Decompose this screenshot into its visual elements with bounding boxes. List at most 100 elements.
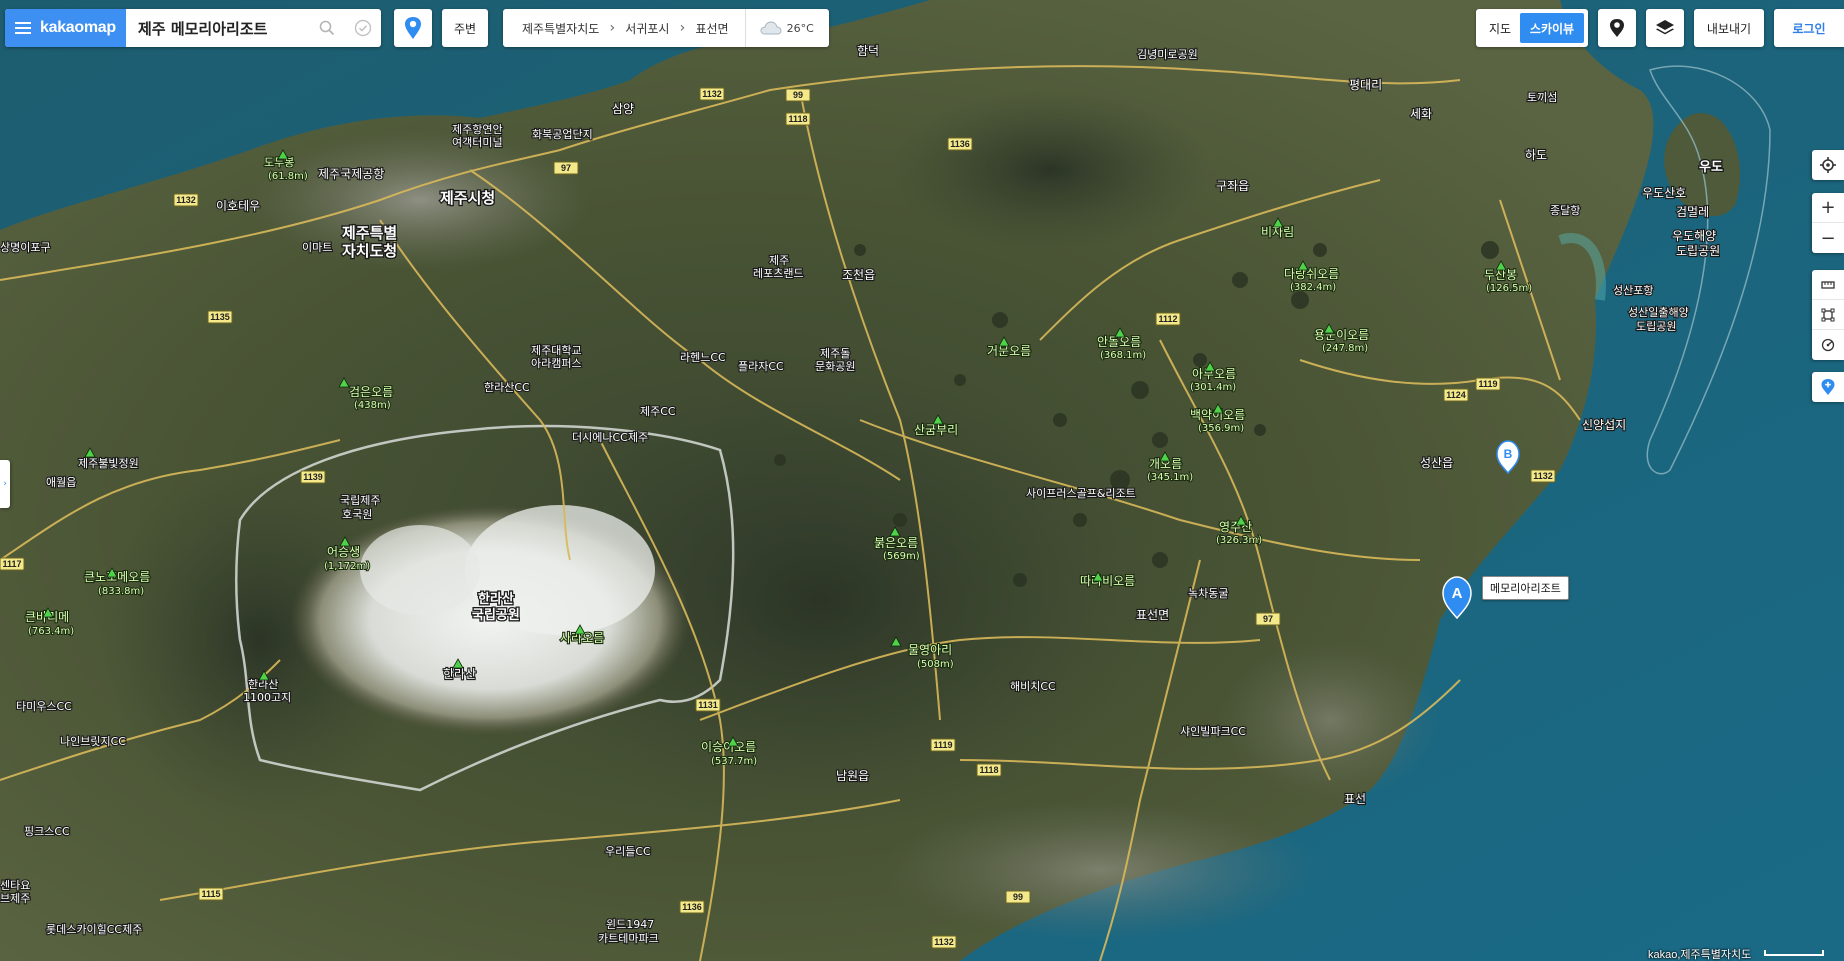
map-label-wind1[interactable]: 윈드1947 [605,916,655,932]
map-label-iseung[interactable]: 이승이오름 [700,739,757,755]
map-label-dasia[interactable]: 더시에나CC제주 [571,430,649,445]
map-label-sehwa[interactable]: 세화 [1409,106,1433,122]
map-label-eoseungsaeng[interactable]: 어승생 [326,544,361,560]
map-label-airport[interactable]: 제주국제공항 [317,166,385,182]
map-label-samyang[interactable]: 삼양 [611,101,635,117]
map-label-hallasan-peak[interactable]: 한라산 [442,666,477,682]
breadcrumb-city[interactable]: 서귀포시 [625,20,669,37]
map-label-jocheon[interactable]: 조천읍 [841,266,876,283]
map-label-ttarabi[interactable]: 따라비오름 [1079,573,1136,589]
map-label-dusanbong-h[interactable]: (126.5m) [1485,282,1533,295]
map-label-haevichi[interactable]: 해비치CC [1009,678,1057,694]
login-button[interactable]: 로그인 [1774,9,1844,47]
map-label-sinchang[interactable]: 상명이포구 [0,240,52,255]
map-label-port[interactable]: 제주항연안 [451,122,504,137]
map-label-mulyeong[interactable]: 물영아리 [907,642,953,658]
map-label-namwon[interactable]: 남원읍 [835,768,870,784]
breadcrumb-district[interactable]: 표선면 [695,20,728,37]
map-label-gujwa[interactable]: 구좌읍 [1215,178,1250,194]
map-label-reportsland2[interactable]: 레포츠랜드 [752,266,805,281]
area-button[interactable] [1812,300,1844,330]
map-label-jongdal[interactable]: 종달항 [1549,203,1582,218]
map-label-gaeoreum-h[interactable]: (345.1m) [1146,471,1194,484]
map-label-yongnuni[interactable]: 용눈이오름 [1313,327,1370,343]
map-label-eoseungsaeng-h[interactable]: (1,172m) [323,560,371,573]
map-label-sainpark[interactable]: 샤인빌파크CC [1179,724,1247,739]
map-label-centum2[interactable]: 브제주 [0,891,31,906]
map-label-mulyeong-h[interactable]: (508m) [916,658,955,671]
map-label-imade[interactable]: 이마트 [301,240,334,255]
map-label-jeju-gov-1[interactable]: 제주특별 [341,223,399,244]
map-label-sinyang[interactable]: 신양섭지 [1581,417,1627,433]
map-label-udopark1[interactable]: 우도해양 [1671,228,1717,244]
menu-button[interactable]: kakaomap [5,9,126,47]
map-label-pyoseonmyeon[interactable]: 표선면 [1135,607,1170,623]
map-label-ulleung[interactable]: 우리들CC [604,844,652,859]
directions-button[interactable] [394,9,432,47]
map-label-gimnyeong[interactable]: 김녕미로공원 [1136,47,1199,62]
map-label-jeju-city[interactable]: 제주시청 [439,188,497,209]
map-label-seongsanport[interactable]: 성산포항 [1612,283,1655,298]
map-label-yeongjusan-h[interactable]: (326.3m) [1215,534,1263,547]
map-label-geommeol[interactable]: 검멀레 [1675,204,1710,220]
map-label-seongsanpark2[interactable]: 도립공원 [1635,319,1678,334]
add-place-button[interactable] [1812,372,1844,402]
satellite-map[interactable]: 1132 99 1118 1136 97 1135 1139 1117 1131 1119 1118… [0,0,1844,961]
map-label-andol-h[interactable]: (368.1m) [1099,349,1147,362]
map-label-udosanho[interactable]: 우도산호 [1641,185,1687,201]
map-label-cypress[interactable]: 사이프러스골프&리조트 [1025,486,1137,501]
breadcrumb-province[interactable]: 제주특별자치도 [522,20,599,37]
map-label-nokcha[interactable]: 녹차동굴 [1187,586,1230,601]
map-label-jejupark[interactable]: 제주불빛정원 [77,456,140,471]
map-label-seongsanpark1[interactable]: 성산일출해양 [1627,304,1690,320]
map-type-map[interactable]: 지도 [1480,13,1520,43]
map-label-nine[interactable]: 나인브릿지CC [59,734,127,749]
map-label-sanggumburi[interactable]: 산굼부리 [913,422,959,438]
clear-button[interactable] [345,9,381,47]
selected-place-label[interactable]: 메모리아리조트 [1482,576,1569,600]
map-label-hamdeok[interactable]: 함덕 [856,43,880,59]
map-label-halla-univ[interactable]: 한라산CC [483,380,531,395]
map-label-darangsi[interactable]: 다랑쉬오름 [1283,266,1340,282]
map-label-reportsland1[interactable]: 제주 [768,253,790,268]
map-label-tiumus[interactable]: 타미우스CC [15,699,73,714]
map-label-pyoseon[interactable]: 표선 [1343,791,1367,807]
map-label-jejugreen1[interactable]: 제주돌 [819,346,852,361]
weather-widget[interactable]: 26°C [744,9,814,47]
map-label-aewol[interactable]: 애월읍 [45,475,78,490]
map-label-plaza[interactable]: 플라자CC [737,359,785,374]
map-label-hallasan1100-2[interactable]: 1100고지 [242,690,292,705]
map-label-jnu1[interactable]: 제주대학교 [530,343,583,358]
map-label-geomeun-h[interactable]: (438m) [353,399,392,412]
map-label-hwabuk[interactable]: 화북공업단지 [531,127,594,142]
search-button[interactable] [309,9,345,47]
map-label-lotte[interactable]: 롯데스카이힐CC제주 [45,922,144,937]
map-label-abu-h[interactable]: (301.4m) [1189,381,1237,394]
map-label-seongsan[interactable]: 성산읍 [1419,455,1454,471]
map-label-centum1[interactable]: 센타요 [0,878,31,893]
map-label-jejucc[interactable]: 제주CC [639,404,677,419]
radius-button[interactable] [1812,330,1844,360]
export-button[interactable]: 내보내기 [1694,9,1764,47]
distance-button[interactable] [1812,270,1844,300]
map-label-wind2[interactable]: 카트테마파크 [597,931,660,946]
map-label-hallasan-park2[interactable]: 국립공원 [471,607,521,625]
map-label-port2[interactable]: 여객터미널 [451,135,504,150]
map-label-dodu-h[interactable]: (61.8m) [267,170,309,183]
map-label-darangsi-h[interactable]: (382.4m) [1289,281,1337,294]
map-label-pink[interactable]: 핑크스CC [23,824,71,839]
map-label-toggi[interactable]: 토끼섬 [1526,90,1559,105]
map-label-udo[interactable]: 우도 [1698,159,1725,177]
map-label-hallasan-park1[interactable]: 한라산 [477,590,516,609]
map-label-jnu2[interactable]: 아라캠퍼스 [530,356,583,371]
map-label-forest1[interactable]: 국립제주 [339,493,382,508]
map-label-yongnuni-h[interactable]: (247.8m) [1321,342,1369,355]
map-label-pyeongdae[interactable]: 평대리 [1348,77,1383,93]
nearby-button[interactable]: 주변 [442,9,488,47]
map-type-skyview[interactable]: 스카이뷰 [1520,13,1584,43]
map-label-bulgeun[interactable]: 붉은오름 [873,535,919,551]
map-label-keunnokoreum-h[interactable]: (833.8m) [97,585,145,598]
map-label-jeju-gov-2[interactable]: 자치도청 [341,241,399,262]
layers-button[interactable] [1646,9,1684,47]
map-label-udopark2[interactable]: 도립공원 [1675,243,1721,259]
